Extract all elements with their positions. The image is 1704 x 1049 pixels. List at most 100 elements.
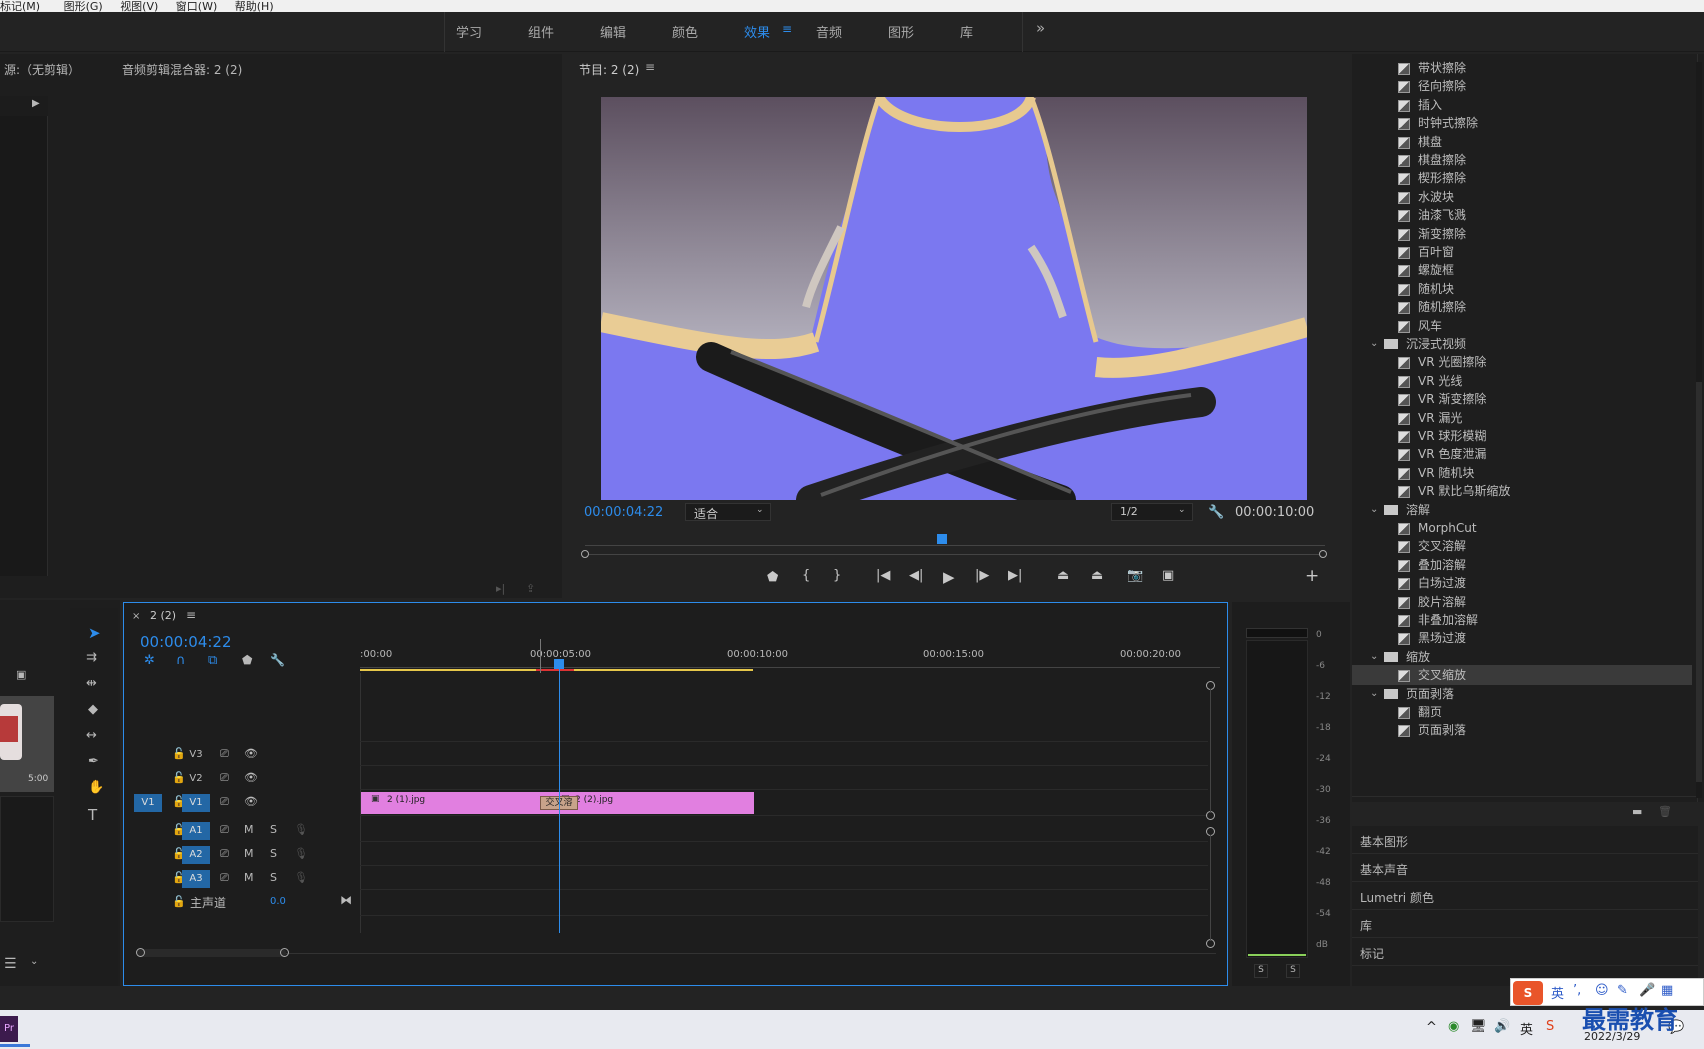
compare-view-icon[interactable]: ▣	[1162, 568, 1174, 583]
effects-item[interactable]: 时钟式擦除	[1352, 113, 1692, 133]
program-title[interactable]: 节目: 2 (2)	[579, 61, 639, 78]
source-patch-v1[interactable]: V1	[134, 794, 162, 812]
effects-item[interactable]: 水波块	[1352, 187, 1692, 207]
panel-essential-graphics[interactable]: 基本图形	[1352, 826, 1698, 854]
sequence-menu-icon[interactable]: ≡	[186, 608, 196, 622]
effects-item[interactable]: 螺旋框	[1352, 260, 1692, 280]
track-label-v1[interactable]: V1	[182, 794, 210, 812]
meter-solo-left[interactable]: S	[1254, 964, 1268, 978]
clip-2-2[interactable]: ▣ 2 (2).jpg	[557, 792, 754, 814]
panel-libraries[interactable]: 库	[1352, 910, 1698, 938]
effects-scrollbar[interactable]	[1696, 62, 1702, 798]
network-icon[interactable]: 🖥	[1470, 1019, 1487, 1034]
track-label-a1[interactable]: A1	[182, 822, 210, 840]
effects-item[interactable]: 百叶窗	[1352, 242, 1692, 262]
effects-folder[interactable]: ⌄ 溶解	[1352, 500, 1692, 520]
effects-item[interactable]: 楔形擦除	[1352, 168, 1692, 188]
sync-lock-icon[interactable]: ⎚	[220, 771, 229, 785]
effects-item[interactable]: 油漆飞溅	[1352, 205, 1692, 225]
export-frame-camera-icon[interactable]: 📷	[1127, 568, 1143, 583]
track-label-a3[interactable]: A3	[182, 870, 210, 888]
program-menu-icon[interactable]: ≡	[645, 60, 655, 74]
bin-icon[interactable]: ▣	[16, 668, 26, 681]
solo-button[interactable]: S	[270, 871, 277, 884]
pen-tool-icon[interactable]: ✒	[88, 754, 99, 769]
chevron-down-icon[interactable]: ⌄	[1370, 647, 1378, 667]
settings-wrench-icon[interactable]: 🔧	[1208, 505, 1224, 520]
ripple-edit-tool-icon[interactable]: ⇹	[86, 676, 97, 691]
sort-chevron-icon[interactable]: ⌄	[30, 956, 38, 967]
microphone-icon[interactable]: 🎙	[294, 871, 308, 884]
list-view-icon[interactable]: ☰	[4, 956, 17, 972]
eye-icon[interactable]: 👁	[244, 795, 258, 808]
mark-out-icon[interactable]: }	[833, 568, 841, 583]
source-tab[interactable]: 源:（无剪辑）	[4, 61, 80, 78]
sogou-logo-icon[interactable]: S	[1513, 981, 1543, 1005]
ws-menu-icon[interactable]: ≡	[782, 22, 792, 36]
ws-overflow-button[interactable]: »	[1036, 19, 1045, 37]
premiere-app-icon[interactable]: Pr	[0, 1016, 18, 1042]
ws-tab-audio[interactable]: 音频	[816, 22, 842, 41]
track-select-tool-icon[interactable]: ⇉	[86, 650, 97, 665]
nest-icon[interactable]: ✲	[144, 653, 155, 668]
effects-item[interactable]: 叠加溶解	[1352, 555, 1692, 575]
panel-markers[interactable]: 标记	[1352, 938, 1698, 966]
go-to-in-icon[interactable]: |◀	[876, 568, 890, 583]
track-label-v2[interactable]: V2	[182, 770, 210, 788]
ime-mode-toggle[interactable]: 英	[1551, 983, 1564, 1002]
menu-marker[interactable]: 标记(M)	[0, 1, 40, 12]
effects-folder[interactable]: ⌄ 页面剥落	[1352, 684, 1692, 704]
panel-lumetri-color[interactable]: Lumetri 颜色	[1352, 882, 1698, 910]
type-tool-icon[interactable]: T	[88, 806, 97, 824]
effects-item[interactable]: 带状擦除	[1352, 58, 1692, 78]
play-icon[interactable]: ▶	[943, 568, 955, 586]
effects-item[interactable]: 交叉溶解	[1352, 536, 1692, 556]
mute-button[interactable]: M	[244, 871, 254, 884]
h-zoom-handle-right[interactable]	[280, 948, 289, 957]
effects-item[interactable]: VR 渐变擦除	[1352, 389, 1692, 409]
program-scrubber[interactable]	[585, 536, 1325, 546]
sync-lock-icon[interactable]: ⎚	[220, 823, 229, 837]
step-forward-icon[interactable]: |▶	[975, 568, 989, 583]
slip-tool-icon[interactable]: ↔	[86, 728, 97, 743]
solo-button[interactable]: S	[270, 823, 277, 836]
hand-tool-icon[interactable]: ✋	[88, 780, 104, 795]
resolution-dropdown[interactable]: 1/2 ⌄	[1111, 503, 1193, 521]
fit-dropdown[interactable]: 适合 ⌄	[685, 503, 771, 521]
extract-icon[interactable]: ⏏	[1091, 568, 1103, 583]
master-volume-value[interactable]: 0.0	[270, 896, 286, 907]
step-back-icon[interactable]: ◀|	[909, 568, 923, 583]
add-marker-icon[interactable]: ⬟	[242, 653, 252, 667]
sync-lock-icon[interactable]: ⎚	[220, 871, 229, 885]
solo-button[interactable]: S	[270, 847, 277, 860]
panel-essential-sound[interactable]: 基本声音	[1352, 854, 1698, 882]
sequence-tab[interactable]: 2 (2)	[150, 609, 176, 622]
effects-item[interactable]: VR 漏光	[1352, 408, 1692, 428]
chevron-down-icon[interactable]: ⌄	[1370, 334, 1378, 354]
add-button-icon[interactable]: +	[1305, 566, 1319, 586]
sync-lock-icon[interactable]: ⎚	[220, 747, 229, 761]
effects-item[interactable]: 页面剥落	[1352, 720, 1692, 740]
microphone-icon[interactable]: 🎙	[294, 823, 308, 836]
effects-item[interactable]: 翻页	[1352, 702, 1692, 722]
effects-item[interactable]: 非叠加溶解	[1352, 610, 1692, 630]
mute-button[interactable]: M	[244, 847, 254, 860]
add-marker-icon[interactable]: ⬟	[767, 570, 778, 585]
project-thumbnail[interactable]: 5:00	[0, 696, 54, 792]
selection-tool-icon[interactable]: ➤	[88, 624, 101, 642]
program-video[interactable]	[601, 97, 1307, 500]
effects-item[interactable]: 径向擦除	[1352, 76, 1692, 96]
effects-folder[interactable]: ⌄ 沉浸式视频	[1352, 334, 1692, 354]
lock-icon[interactable]: 🔓	[172, 895, 186, 908]
program-timecode[interactable]: 00:00:04:22	[584, 505, 663, 520]
menu-help[interactable]: 帮助(H)	[235, 1, 274, 12]
toolbox-icon[interactable]: ▦	[1661, 983, 1673, 998]
effects-item[interactable]: 随机擦除	[1352, 297, 1692, 317]
track-label-v3[interactable]: V3	[182, 746, 210, 764]
ws-tab-library[interactable]: 库	[960, 22, 973, 41]
effects-item[interactable]: 随机块	[1352, 279, 1692, 299]
effects-item[interactable]: 黑场过渡	[1352, 628, 1692, 648]
ime-icon[interactable]: 英	[1520, 1019, 1533, 1038]
master-toggle-icon[interactable]: ⧓	[340, 893, 352, 907]
trash-icon[interactable]: 🗑	[1658, 805, 1672, 818]
